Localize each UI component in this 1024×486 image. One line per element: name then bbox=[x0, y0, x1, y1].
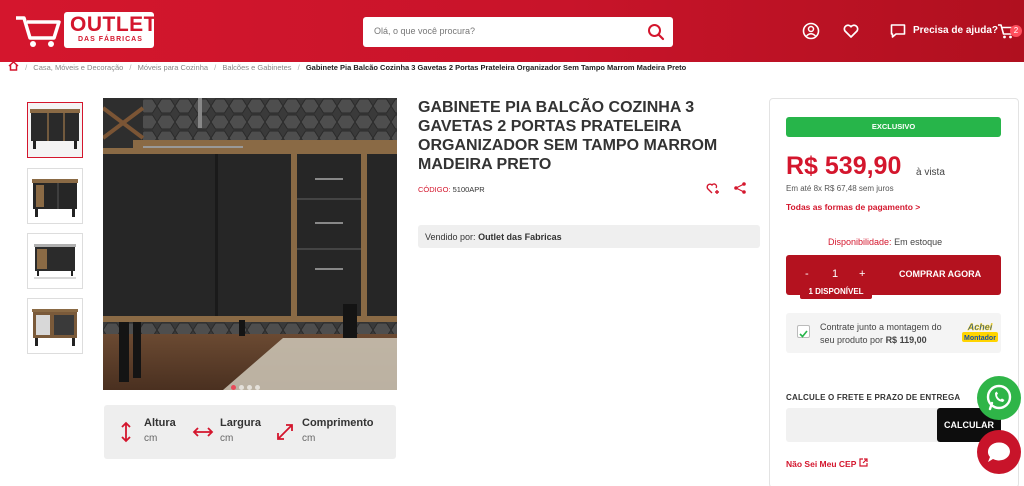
cabinet-thumbnail-image bbox=[28, 169, 82, 223]
carousel-dot[interactable] bbox=[247, 385, 252, 390]
availability: Disponibilidade: Em estoque bbox=[828, 237, 942, 247]
seller-name[interactable]: Outlet das Fabricas bbox=[478, 232, 562, 242]
cep-input[interactable] bbox=[786, 408, 941, 442]
vertical-arrows-icon bbox=[121, 421, 131, 443]
breadcrumb-item[interactable]: Balcões e Gabinetes bbox=[222, 63, 291, 72]
carousel-dot[interactable] bbox=[231, 385, 236, 390]
chat-bubble-icon bbox=[987, 442, 1010, 462]
whatsapp-button[interactable] bbox=[977, 376, 1021, 420]
buy-now-button[interactable]: COMPRAR AGORA bbox=[899, 269, 981, 279]
quantity-increase-button[interactable]: + bbox=[859, 268, 865, 280]
gallery-thumbnail[interactable] bbox=[27, 168, 83, 224]
carousel-dot[interactable] bbox=[239, 385, 244, 390]
wishlist-heart-icon[interactable] bbox=[842, 22, 860, 40]
product-code: CÓDIGO: 5100APR bbox=[418, 185, 485, 194]
achei-montador-logo: Achei Montador bbox=[962, 322, 998, 342]
horizontal-arrows-icon bbox=[192, 427, 214, 437]
add-to-wishlist-icon[interactable] bbox=[706, 181, 720, 195]
share-icon[interactable] bbox=[733, 181, 747, 195]
cart-logo-icon bbox=[16, 16, 61, 47]
dimension-unit: cm bbox=[302, 433, 316, 444]
logo-text-1: Achei bbox=[967, 322, 993, 332]
product-code-value: 5100APR bbox=[452, 185, 485, 194]
product-main-image[interactable] bbox=[103, 98, 397, 390]
breadcrumb-separator: / bbox=[214, 63, 217, 72]
exclusive-badge: EXCLUSIVO bbox=[786, 117, 1001, 137]
breadcrumb-item[interactable]: Móveis para Cozinha bbox=[138, 63, 208, 72]
assembly-checkbox[interactable] bbox=[797, 325, 810, 338]
dimension-label: Altura bbox=[144, 417, 176, 429]
logo-sub-text: DAS FÁBRICAS bbox=[78, 36, 143, 43]
help-link[interactable]: Precisa de ajuda? bbox=[913, 25, 998, 36]
breadcrumb: / Casa, Móveis e Decoração / Móveis para… bbox=[8, 60, 690, 73]
cabinet-thumbnail-image bbox=[28, 299, 82, 353]
freight-label: CALCULE O FRETE E PRAZO DE ENTREGA bbox=[786, 393, 961, 402]
home-icon[interactable] bbox=[8, 60, 19, 71]
assembly-text: Contrate junto a montagem do seu produto… bbox=[820, 321, 960, 347]
quantity-decrease-button[interactable]: - bbox=[805, 268, 809, 280]
availability-value: Em estoque bbox=[894, 237, 943, 247]
whatsapp-icon bbox=[986, 384, 1012, 411]
dimension-unit: cm bbox=[144, 433, 158, 444]
available-count-badge: 1 DISPONÍVEL bbox=[800, 284, 872, 299]
chat-help-icon[interactable] bbox=[889, 22, 907, 40]
breadcrumb-separator: / bbox=[129, 63, 132, 72]
search-bar[interactable]: Olá, o que você procura? bbox=[363, 17, 673, 47]
assembly-text-line1: Contrate junto a montagem do bbox=[820, 322, 942, 332]
dimension-label: Largura bbox=[220, 417, 261, 429]
logo-main-text: OUTLET bbox=[70, 13, 157, 36]
product-code-label: CÓDIGO: bbox=[418, 185, 451, 194]
product-title: GABINETE PIA BALCÃO COZINHA 3 GAVETAS 2 … bbox=[418, 99, 718, 173]
search-icon[interactable] bbox=[647, 23, 665, 41]
search-input[interactable]: Olá, o que você procura? bbox=[374, 26, 475, 36]
price-suffix: à vista bbox=[916, 167, 945, 178]
logo-wordmark: OUTLET DAS FÁBRICAS bbox=[64, 12, 157, 48]
site-header: OUTLET DAS FÁBRICAS Olá, o que você proc… bbox=[0, 0, 1024, 62]
breadcrumb-separator: / bbox=[297, 63, 300, 72]
checkmark-icon bbox=[799, 330, 808, 338]
availability-label: Disponibilidade: bbox=[828, 237, 892, 247]
gallery-thumbnail[interactable] bbox=[27, 102, 83, 158]
diagonal-arrows-icon bbox=[277, 424, 293, 440]
chat-button[interactable] bbox=[977, 430, 1021, 474]
gallery-thumbnail[interactable] bbox=[27, 298, 83, 354]
cabinet-thumbnail-image bbox=[28, 234, 82, 288]
cart-count-badge: 2 bbox=[1010, 25, 1022, 37]
carousel-dot[interactable] bbox=[255, 385, 260, 390]
unknown-cep-link[interactable]: Não Sei Meu CEP bbox=[786, 458, 868, 469]
assembly-text-line2: seu produto por bbox=[820, 335, 884, 345]
unknown-cep-label: Não Sei Meu CEP bbox=[786, 459, 857, 469]
logo[interactable]: OUTLET DAS FÁBRICAS bbox=[14, 12, 157, 50]
logo-text-2: Montador bbox=[964, 335, 996, 342]
cabinet-photo bbox=[103, 98, 397, 390]
quantity-value[interactable]: 1 bbox=[832, 268, 838, 280]
price: R$ 539,90 bbox=[786, 152, 902, 180]
installments-text: Em até 8x R$ 67,48 sem juros bbox=[786, 184, 894, 193]
external-link-icon bbox=[859, 458, 868, 467]
dimension-label: Comprimento bbox=[302, 417, 374, 429]
breadcrumb-current: Gabinete Pia Balcão Cozinha 3 Gavetas 2 … bbox=[305, 63, 687, 72]
user-account-icon[interactable] bbox=[802, 22, 820, 40]
assembly-price: R$ 119,00 bbox=[885, 335, 927, 345]
seller-label: Vendido por: bbox=[425, 232, 476, 242]
payment-options-link[interactable]: Todas as formas de pagamento > bbox=[786, 202, 920, 212]
carousel-dots bbox=[231, 377, 263, 395]
cabinet-thumbnail-image bbox=[28, 103, 82, 157]
dimension-unit: cm bbox=[220, 433, 234, 444]
breadcrumb-item[interactable]: Casa, Móveis e Decoração bbox=[33, 63, 123, 72]
breadcrumb-separator: / bbox=[25, 63, 28, 72]
gallery-thumbnail[interactable] bbox=[27, 233, 83, 289]
dimensions-box: Altura cm Largura cm Comprimento cm bbox=[104, 405, 396, 459]
seller-info: Vendido por: Outlet das Fabricas bbox=[418, 225, 760, 248]
